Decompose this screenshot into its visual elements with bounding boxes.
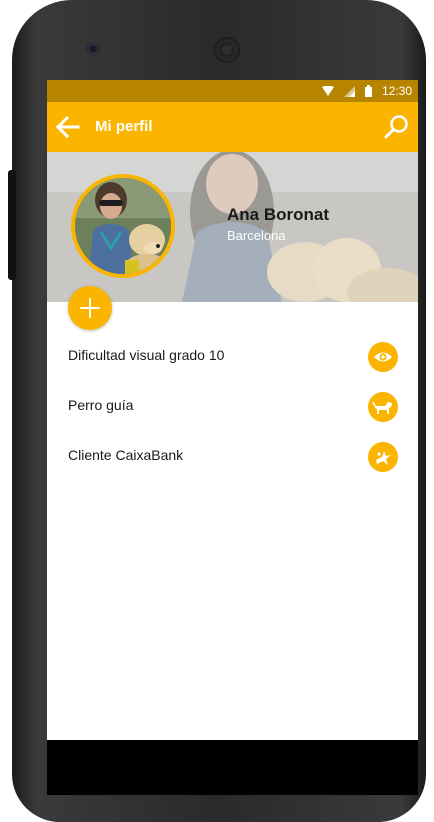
dog-icon bbox=[372, 401, 392, 414]
back-arrow-icon[interactable] bbox=[55, 115, 81, 139]
avatar-image bbox=[75, 178, 171, 274]
list-item-label: Dificultad visual grado 10 bbox=[68, 347, 225, 363]
caixabank-star-icon bbox=[376, 451, 391, 465]
avatar bbox=[71, 174, 175, 278]
eye-icon bbox=[374, 352, 392, 362]
list-item-caixabank-client[interactable]: Cliente CaixaBank bbox=[47, 436, 418, 476]
profile-city: Barcelona bbox=[227, 228, 286, 243]
wifi-icon bbox=[321, 86, 334, 96]
guide-dog-badge[interactable] bbox=[368, 392, 398, 422]
add-button[interactable] bbox=[68, 286, 112, 330]
earpiece-speaker bbox=[215, 38, 239, 62]
page-title: Mi perfil bbox=[95, 118, 153, 135]
screen: 12:30 Mi perfil Ana Boronat Barcelona Di… bbox=[47, 80, 418, 740]
caixabank-badge[interactable] bbox=[368, 442, 398, 472]
search-icon[interactable] bbox=[384, 114, 410, 140]
signal-icon bbox=[343, 85, 355, 97]
status-time: 12:30 bbox=[381, 84, 412, 98]
list-item-guide-dog[interactable]: Perro guía bbox=[47, 386, 418, 426]
front-camera bbox=[88, 44, 98, 54]
profile-name: Ana Boronat bbox=[227, 205, 329, 224]
status-bar: 12:30 bbox=[47, 80, 418, 102]
navigation-bar bbox=[47, 740, 418, 795]
battery-icon bbox=[364, 85, 372, 97]
list-item-label: Cliente CaixaBank bbox=[68, 447, 184, 463]
list-item-visual-impairment[interactable]: Dificultad visual grado 10 bbox=[47, 336, 418, 376]
app-bar: Mi perfil bbox=[47, 102, 418, 152]
visual-impairment-badge[interactable] bbox=[368, 342, 398, 372]
volume-button bbox=[8, 170, 16, 280]
plus-icon bbox=[80, 298, 100, 318]
list-item-label: Perro guía bbox=[68, 397, 134, 413]
